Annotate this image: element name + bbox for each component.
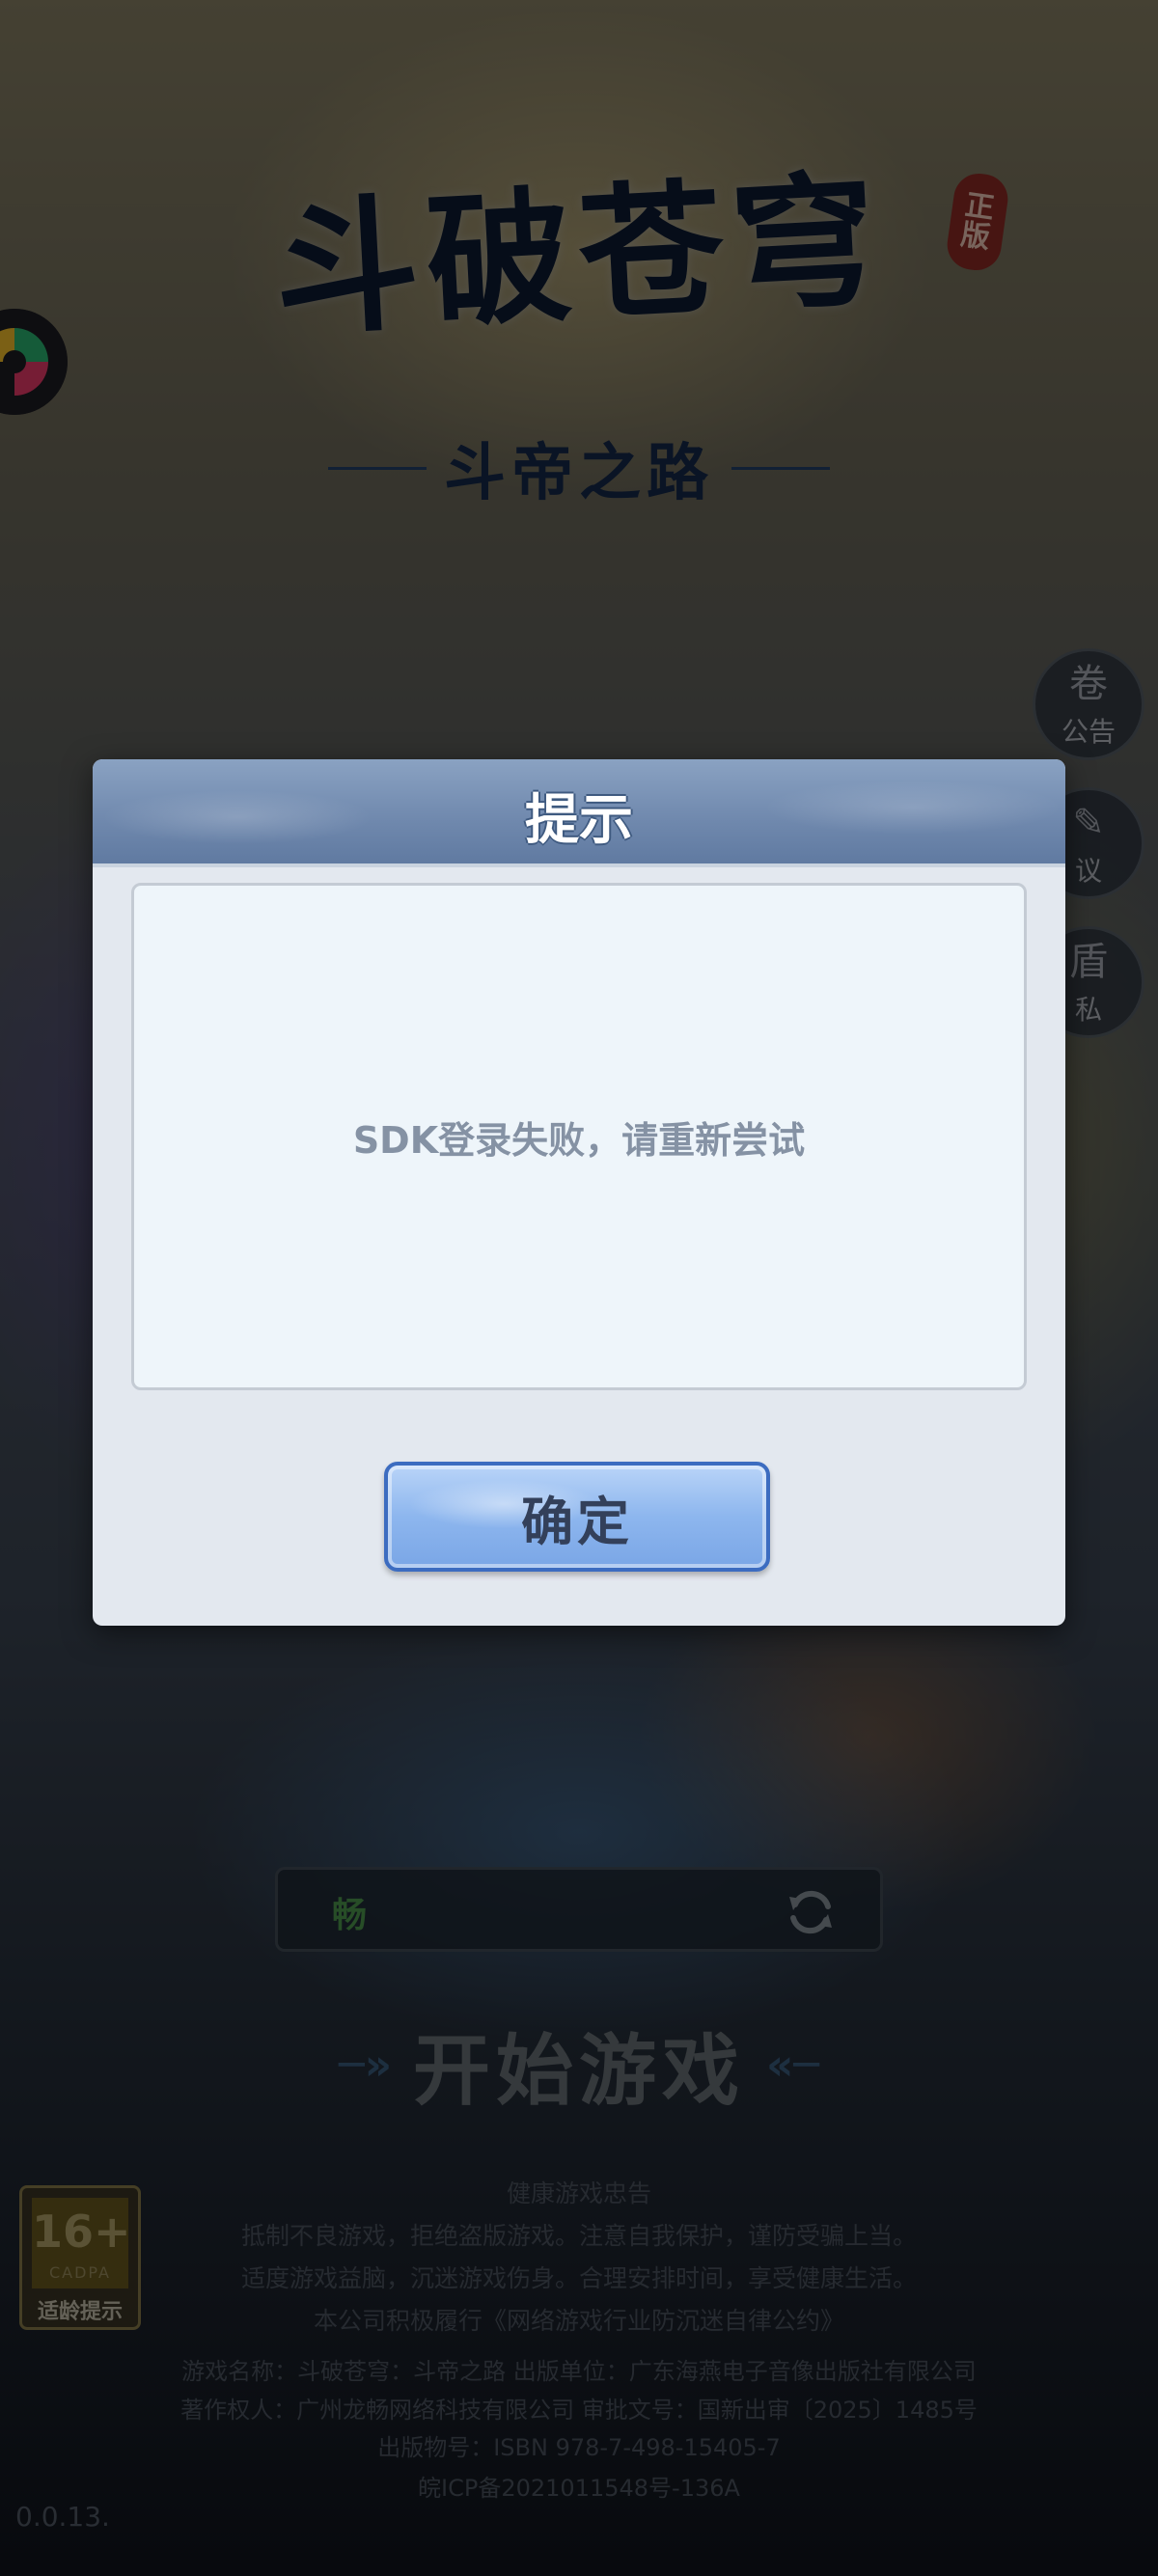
dialog-title: 提示 xyxy=(525,789,633,852)
confirm-label: 确定 xyxy=(521,1491,633,1552)
alert-dialog: 提示 SDK登录失败，请重新尝试 确定 xyxy=(93,759,1065,1626)
dialog-body: SDK登录失败，请重新尝试 xyxy=(131,883,1027,1390)
confirm-button[interactable]: 确定 xyxy=(384,1462,770,1572)
dialog-header: 提示 xyxy=(93,759,1065,867)
dialog-message: SDK登录失败，请重新尝试 xyxy=(352,1118,806,1162)
